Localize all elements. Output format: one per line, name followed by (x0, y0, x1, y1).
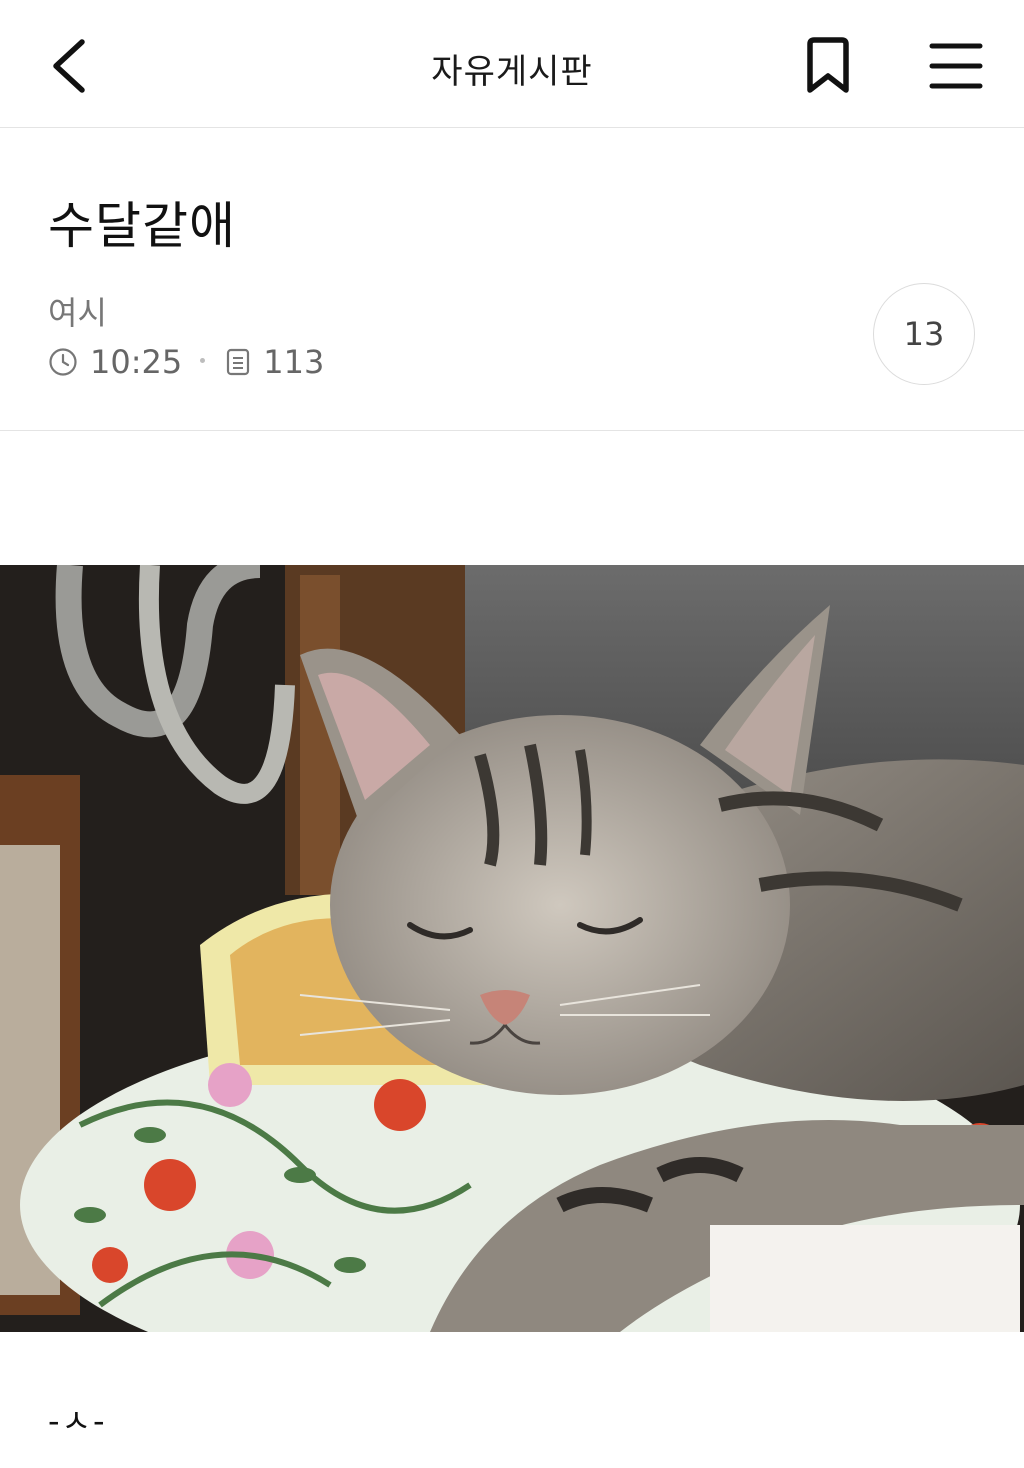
bookmark-button[interactable] (796, 34, 860, 98)
comment-count-button[interactable]: 13 (873, 283, 975, 385)
post-body-text: -ㅅ- (48, 1402, 107, 1440)
cat-photo-illustration (0, 565, 1024, 1332)
hamburger-menu-icon (929, 43, 983, 89)
comment-count: 13 (903, 315, 945, 353)
clock-icon (49, 348, 77, 376)
view-count: 113 (263, 343, 325, 381)
menu-button[interactable] (922, 38, 988, 94)
post-photo[interactable] (0, 565, 1024, 1332)
author-name[interactable]: 여시 (48, 288, 107, 334)
post-time: 10:25 (90, 343, 183, 381)
post-title: 수달같애 (48, 197, 236, 255)
board-title: 자유게시판 (431, 52, 593, 92)
top-bar: 자유게시판 (0, 0, 1024, 128)
views-icon (227, 348, 250, 376)
bookmark-icon (807, 37, 849, 93)
meta-separator (200, 357, 206, 363)
post-meta: 10:25 113 (48, 342, 324, 382)
post-header: 수달같애 여시 10:25 113 13 (0, 128, 1024, 431)
